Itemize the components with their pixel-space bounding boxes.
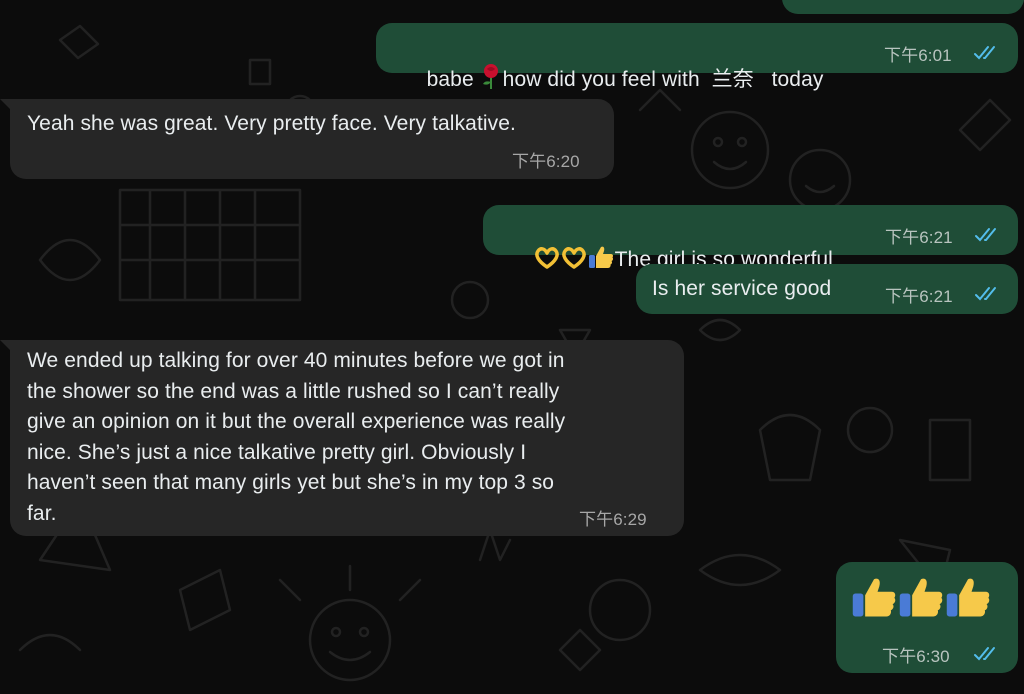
message-line: We ended up talking for over 40 minutes … — [27, 349, 565, 372]
message-bubble-outgoing[interactable]: 下午6:30 — [836, 562, 1018, 673]
message-bubble-incoming[interactable]: Yeah she was great. Very pretty face. Ve… — [10, 99, 614, 179]
message-bubble-outgoing[interactable]: Is her service good 下午6:21 — [636, 264, 1018, 314]
message-line: the shower so the end was a little rushe… — [27, 379, 560, 403]
read-ticks-icon — [974, 46, 995, 60]
message-timestamp: 下午6:30 — [882, 647, 950, 666]
message-timestamp: 下午6:29 — [579, 510, 647, 529]
message-timestamp: 下午6:20 — [512, 152, 580, 171]
message-text: We ended up talking for over 40 minutes … — [27, 346, 565, 529]
bubble-tail — [0, 99, 14, 113]
emoji-row — [851, 574, 992, 629]
message-timestamp: 下午6:21 — [885, 287, 953, 306]
message-bubble-outgoing[interactable]: The girl is so wonderful 下午6:21 — [483, 205, 1018, 271]
message-line: give an opinion on it but the overall ex… — [27, 410, 566, 433]
message-bubble-partial[interactable] — [782, 0, 1024, 14]
rose-icon — [480, 63, 502, 98]
message-timestamp: 下午6:01 — [884, 46, 952, 65]
message-bubble-incoming[interactable]: We ended up talking for over 40 minutes … — [10, 340, 684, 536]
thumbs-up-icon — [588, 245, 614, 278]
read-ticks-icon — [975, 228, 996, 242]
message-bubble-outgoing[interactable]: babe how did you feel with 兰奈 today 下午6:… — [376, 23, 1018, 91]
message-text-part: babe — [426, 68, 480, 91]
heart-hands-icon — [534, 247, 560, 278]
message-line: nice. She’s just a nice talkative pretty… — [27, 440, 527, 464]
message-text: Is her service good — [652, 277, 832, 300]
bubble-tail — [0, 340, 14, 354]
heart-hands-icon — [561, 247, 587, 278]
thumbs-up-icon — [945, 574, 991, 629]
message-text-part: how did you feel with 兰奈 today — [502, 68, 824, 91]
thumbs-up-icon — [851, 574, 897, 629]
thumbs-up-icon — [898, 574, 944, 629]
message-line: far. — [27, 501, 57, 525]
message-text: Yeah she was great. Very pretty face. Ve… — [27, 112, 516, 135]
chat-window[interactable]: babe how did you feel with 兰奈 today 下午6:… — [0, 0, 1024, 694]
message-timestamp: 下午6:21 — [885, 228, 953, 247]
message-line: haven’t seen that many girls yet but she… — [27, 471, 555, 494]
read-ticks-icon — [975, 287, 996, 301]
read-ticks-icon — [974, 647, 995, 661]
